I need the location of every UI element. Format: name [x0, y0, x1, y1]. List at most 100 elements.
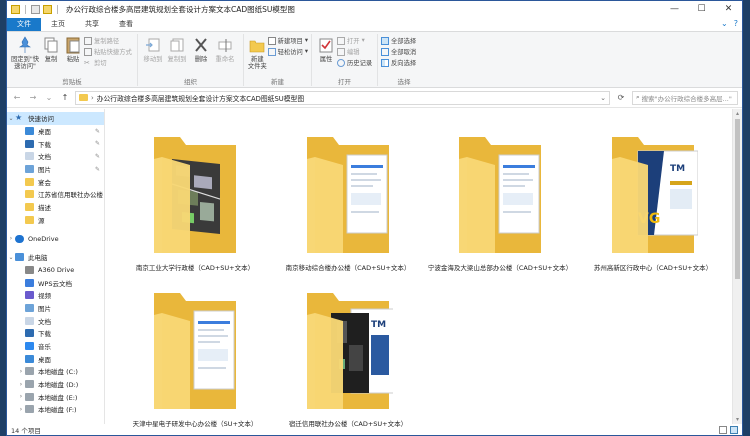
nav-item-label: 本地磁盘 (F:)	[38, 406, 77, 415]
search-icon: ⌕	[636, 93, 640, 101]
details-view-icon[interactable]	[719, 426, 727, 434]
address-bar[interactable]: › 办公行政综合楼多高层建筑规划全套设计方案文本CAD图纸SU模型图 ⌄	[75, 90, 610, 105]
explorer-window: 办公行政综合楼多高层建筑规划全套设计方案文本CAD图纸SU模型图 — ☐ ✕ 文…	[6, 0, 743, 436]
cut-button[interactable]: ✂ 剪切	[84, 58, 132, 68]
quick-access-toolbar	[7, 4, 60, 14]
nav-item-label: 图片	[38, 166, 51, 175]
nav-item-label: 视频	[38, 292, 51, 301]
easy-access-icon	[267, 47, 276, 56]
folder-item[interactable]: 南京工业大学行政楼（CAD+SU+文本）	[120, 129, 270, 274]
folder-item[interactable]: TM VG 苏州高新区行政中心（CAD+SU+文本）	[578, 129, 728, 274]
folder-item[interactable]: 宁波金海及大梁山总部办公楼（CAD+SU+文本）	[425, 129, 575, 274]
move-to-icon	[146, 38, 160, 52]
invert-selection-button[interactable]: 反向选择	[381, 58, 416, 67]
drive-icon	[25, 392, 34, 401]
nav-item[interactable]: 桌面	[7, 352, 104, 365]
nav-item-label: A360 Drive	[38, 265, 75, 274]
large-icons-view-icon[interactable]	[730, 426, 738, 434]
scroll-down-icon[interactable]: ▾	[733, 416, 742, 423]
up-button[interactable]: ↑	[59, 93, 71, 102]
drive-icon	[25, 405, 34, 414]
paste-shortcut-button[interactable]: 粘贴快捷方式	[84, 47, 132, 56]
folder-item[interactable]: 南京移动综合楼办公楼（CAD+SU+文本）	[273, 129, 423, 274]
easy-access-button[interactable]: 轻松访问 ▾	[267, 47, 308, 56]
pc-icon	[15, 253, 24, 262]
forward-button[interactable]: →	[27, 93, 39, 102]
pin-icon	[19, 36, 31, 53]
nav-item[interactable]: 宴会	[7, 175, 104, 188]
nav-item[interactable]: 江苏省信用联社办公楼（	[7, 188, 104, 201]
tab-share[interactable]: 共享	[75, 18, 109, 31]
new-item-button[interactable]: 新建项目 ▾	[267, 36, 308, 45]
nav-item[interactable]: 视频	[7, 289, 104, 302]
new-folder-icon[interactable]	[43, 4, 52, 14]
edit-button[interactable]: 编辑	[337, 47, 372, 56]
nav-item-label: 桌面	[38, 128, 51, 137]
nav-item[interactable]: 音乐	[7, 340, 104, 353]
nav-item[interactable]: › 本地磁盘 (C:)	[7, 365, 104, 378]
close-button[interactable]: ✕	[715, 1, 742, 17]
minimize-button[interactable]: —	[661, 1, 688, 17]
nav-item[interactable]: WPS云文档	[7, 276, 104, 289]
nav-item[interactable]: 下载 ✎	[7, 137, 104, 150]
tab-file[interactable]: 文件	[7, 18, 41, 31]
tab-home[interactable]: 主页	[41, 18, 75, 31]
nav-item[interactable]: 图片 ✎	[7, 163, 104, 176]
address-dropdown-icon[interactable]: ⌄	[600, 94, 606, 102]
nav-item[interactable]: 描述	[7, 201, 104, 214]
pic-icon	[25, 303, 34, 312]
expand-arrow-icon[interactable]: ›	[17, 368, 25, 375]
nav-item[interactable]: ⌄ ★ 快速访问	[7, 112, 104, 125]
copy-to-icon	[170, 38, 184, 52]
nav-item-label: 江苏省信用联社办公楼（	[38, 191, 105, 200]
select-group: 全部选择 全部取消 反向选择 选择	[378, 34, 430, 86]
help-icon[interactable]: ?	[734, 19, 738, 28]
scissors-icon: ✂	[84, 58, 90, 67]
nav-item[interactable]: › 本地磁盘 (D:)	[7, 378, 104, 391]
nav-item[interactable]: › 本地磁盘 (E:)	[7, 390, 104, 403]
nav-item[interactable]: 桌面 ✎	[7, 125, 104, 138]
nav-item[interactable]: 文档	[7, 314, 104, 327]
folder-icon	[25, 177, 34, 186]
expand-arrow-icon[interactable]: ›	[17, 393, 25, 400]
expand-arrow-icon[interactable]: ›	[17, 381, 25, 388]
tab-view[interactable]: 查看	[109, 18, 143, 31]
scrollbar-thumb[interactable]	[735, 119, 740, 279]
nav-item-label: 图片	[38, 304, 51, 313]
nav-item[interactable]: 源	[7, 214, 104, 227]
copy-icon	[44, 37, 58, 53]
expand-arrow-icon[interactable]: ⌄	[7, 254, 15, 261]
folder-item[interactable]: TM 宿迁信用联社办公楼（CAD+SU+文本）	[273, 285, 423, 430]
ribbon-collapse-icon[interactable]: ⌄	[721, 19, 728, 28]
history-button[interactable]: 历史记录	[337, 58, 372, 67]
select-all-button[interactable]: 全部选择	[381, 36, 416, 45]
select-none-button[interactable]: 全部取消	[381, 47, 416, 56]
expand-arrow-icon[interactable]: ›	[17, 406, 25, 413]
nav-item[interactable]: ⌄ 此电脑	[7, 251, 104, 264]
open-button[interactable]: 打开 ▾	[337, 36, 372, 45]
copy-path-button[interactable]: 复制路径	[84, 36, 132, 45]
vertical-scrollbar[interactable]: ▴ ▾	[732, 109, 742, 424]
expand-arrow-icon[interactable]: ⌄	[7, 115, 15, 122]
a360-icon	[25, 265, 34, 274]
properties-icon[interactable]	[31, 4, 40, 14]
nav-item[interactable]: 下载	[7, 327, 104, 340]
music-icon	[25, 342, 34, 351]
recent-locations-button[interactable]: ⌄	[43, 93, 55, 102]
select-all-icon	[381, 36, 389, 45]
organize-group: 移动到 复制到 删除 重命名 组织	[138, 34, 244, 86]
nav-item[interactable]: A360 Drive	[7, 264, 104, 277]
nav-item[interactable]: › OneDrive	[7, 232, 104, 245]
nav-item[interactable]: 文档 ✎	[7, 150, 104, 163]
maximize-button[interactable]: ☐	[688, 1, 715, 17]
search-input[interactable]: ⌕ 搜索"办公行政综合楼多高层..."	[632, 90, 738, 105]
nav-item[interactable]: 图片	[7, 302, 104, 315]
nav-item[interactable]: › 本地磁盘 (F:)	[7, 403, 104, 416]
refresh-button[interactable]: ⟳	[614, 93, 628, 102]
scroll-up-icon[interactable]: ▴	[733, 110, 742, 117]
select-none-icon	[381, 47, 389, 56]
breadcrumb[interactable]: 办公行政综合楼多高层建筑规划全套设计方案文本CAD图纸SU模型图	[97, 93, 304, 103]
back-button[interactable]: ←	[11, 93, 23, 102]
folder-item[interactable]: 天津中星电子研发中心办公楼（SU+文本）	[120, 285, 270, 430]
expand-arrow-icon[interactable]: ›	[7, 235, 15, 242]
